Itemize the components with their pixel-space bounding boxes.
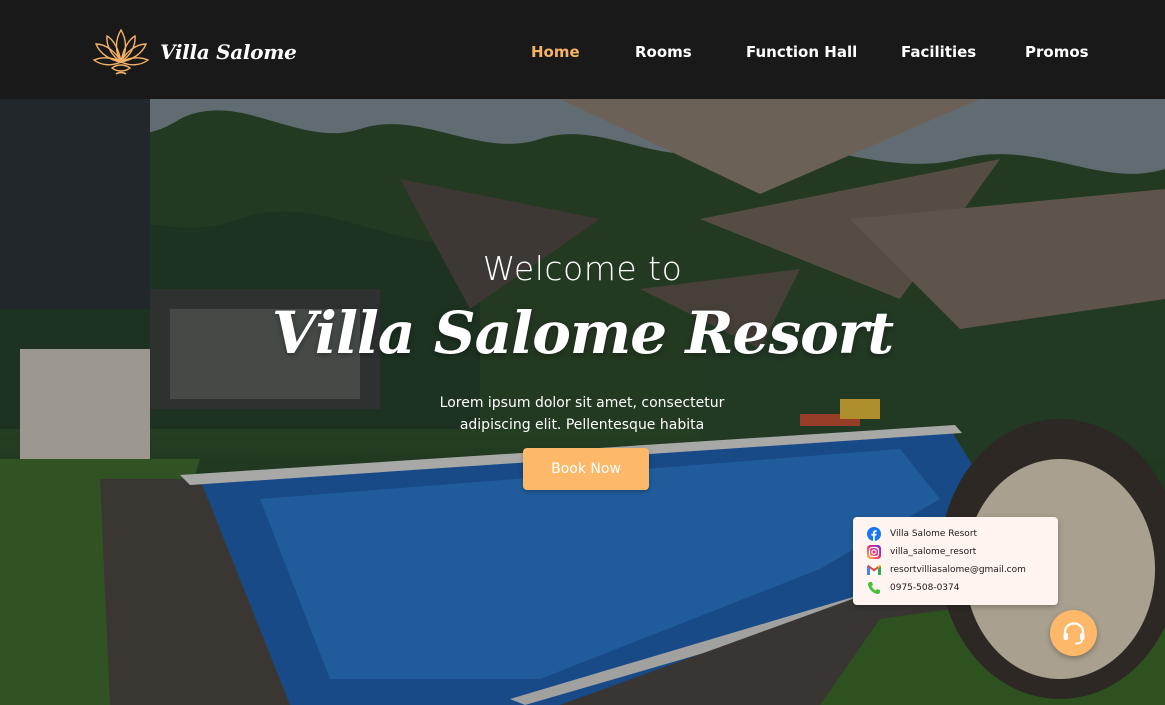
contact-facebook[interactable]: Villa Salome Resort [867,526,977,542]
contact-email[interactable]: resortvilliasalome@gmail.com [867,562,1026,578]
facebook-icon [867,527,881,541]
support-chat-button[interactable] [1050,610,1097,656]
instagram-icon [867,545,881,559]
nav-promos[interactable]: Promos [1025,43,1089,61]
brand-logo[interactable]: Villa Salome [90,24,297,80]
contact-phone[interactable]: 0975-508-0374 [867,580,959,596]
brand-name: Villa Salome [160,40,297,64]
instagram-text: villa_salome_resort [890,547,977,557]
nav-home[interactable]: Home [531,43,580,61]
nav-rooms[interactable]: Rooms [635,43,692,61]
lotus-icon [92,28,150,75]
nav-function-hall[interactable]: Function Hall [746,43,857,61]
hero-description: Lorem ipsum dolor sit amet, consectetur … [439,395,725,433]
hero-title: Villa Salome Resort [271,299,894,367]
gmail-icon [867,565,881,575]
hero-section: Welcome to Villa Salome Resort Lorem ips… [0,99,1165,705]
phone-text: 0975-508-0374 [890,583,960,593]
top-navbar: Villa Salome Home Rooms Function Hall Fa… [0,0,1165,99]
phone-icon [868,582,880,594]
contact-card: Villa Salome Resort villa_salome_resort [853,517,1058,605]
hero-welcome: Welcome to [482,249,683,288]
email-text: resortvilliasalome@gmail.com [890,565,1026,575]
contact-instagram[interactable]: villa_salome_resort [867,544,976,560]
headset-icon [1063,622,1084,645]
nav-facilities[interactable]: Facilities [901,43,976,61]
book-now-button[interactable]: Book Now [523,448,649,490]
facebook-text: Villa Salome Resort [890,529,978,539]
